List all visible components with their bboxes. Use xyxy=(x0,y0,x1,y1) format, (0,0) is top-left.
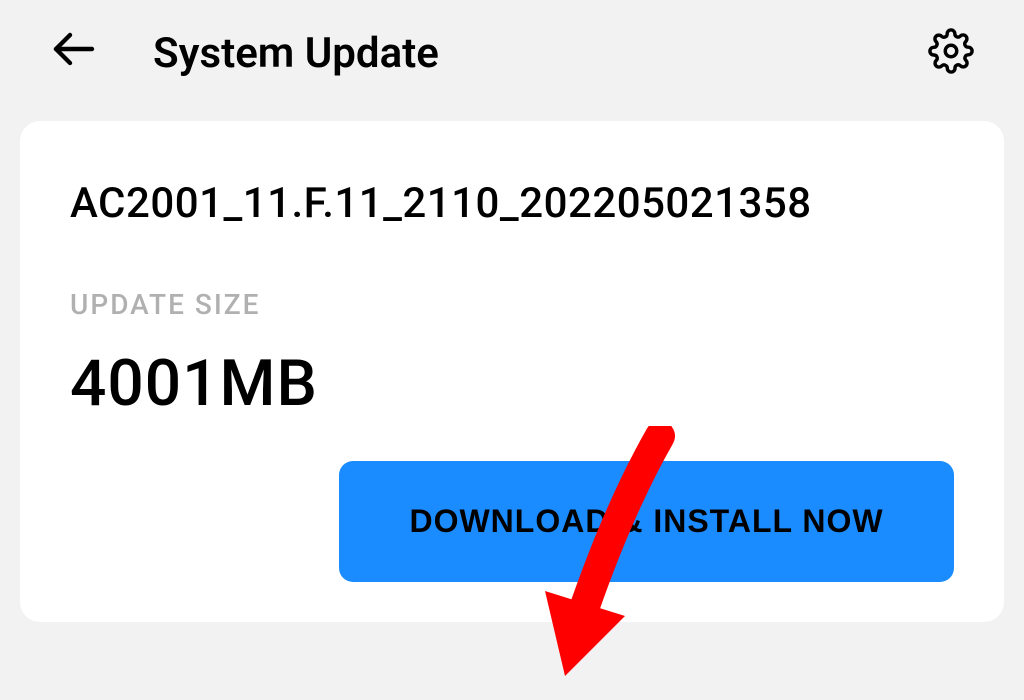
update-version: AC2001_11.F.11_2110_202205021358 xyxy=(70,176,954,233)
page-header: System Update xyxy=(0,0,1024,111)
back-arrow-icon[interactable] xyxy=(50,25,98,81)
download-install-button[interactable]: DOWNLOAD & INSTALL NOW xyxy=(339,461,954,582)
update-size-value: 4001MB xyxy=(70,346,954,421)
gear-icon[interactable] xyxy=(928,28,974,78)
update-size-label: UPDATE SIZE xyxy=(70,288,954,321)
page-title: System Update xyxy=(153,29,928,78)
update-card: AC2001_11.F.11_2110_202205021358 UPDATE … xyxy=(20,121,1004,622)
